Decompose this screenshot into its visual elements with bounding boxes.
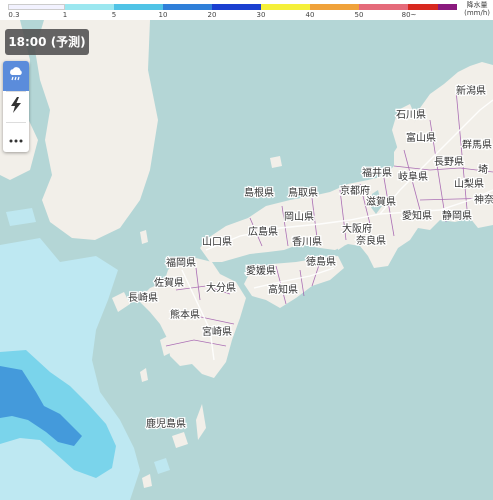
legend-tick: 30 [256,11,266,19]
pref-label-niigata: 新潟県 [456,84,486,97]
pref-label-kagawa: 香川県 [292,236,322,248]
pref-label-aichi: 愛知県 [402,209,432,222]
pref-label-fukui: 福井県 [362,166,392,179]
map-tool-panel [3,61,29,152]
oki-islands [270,156,282,168]
pref-label-nara: 奈良県 [356,234,386,247]
legend-tick: 50 [354,11,364,19]
pref-label-gifu: 岐阜県 [398,170,428,183]
legend-tick: 40 [305,11,315,19]
pref-label-tokushima: 徳島県 [306,255,336,268]
pref-label-kochi: 高知県 [268,283,298,296]
legend-unit-mm: (mm/h) [464,9,490,17]
rain-layer-button[interactable] [3,61,29,91]
legend-swatch [212,4,261,10]
pref-label-hiroshima: 広島県 [248,225,278,238]
legend-tick: 0.3 [8,11,20,19]
forecast-time-badge[interactable]: 18:00 (予測) [5,29,89,55]
pref-label-yamaguchi: 山口県 [202,236,232,248]
pref-label-fukuoka: 福岡県 [166,256,196,269]
legend-swatch [114,4,163,10]
legend-swatch [310,4,359,10]
pref-label-kyoto: 京都府 [340,184,370,197]
lightning-layer-button[interactable] [3,92,29,122]
pref-label-kagoshima: 鹿児島県 [146,417,186,430]
legend-swatch [8,4,65,10]
pref-label-kumamoto: 熊本県 [170,308,200,321]
more-icon [9,128,23,147]
pref-label-osaka: 大阪府 [342,222,372,235]
rain-icon [8,66,24,86]
legend-swatch [65,4,114,10]
pref-label-oita: 大分県 [206,281,236,294]
lightning-icon [9,97,23,117]
pref-label-shiga: 滋賀県 [366,195,396,208]
weather-map[interactable]: 新潟県 石川県 富山県 群馬県 長野県 福井県 岐阜県 埼 山梨県 京都府 島根… [0,0,493,500]
legend-tick: 1 [62,11,68,19]
pref-label-ishikawa: 石川県 [396,109,426,121]
pref-label-shimane: 島根県 [244,186,274,199]
pref-label-ehime: 愛媛県 [246,264,276,277]
legend-swatch [359,4,408,10]
pref-label-toyama: 富山県 [406,131,436,144]
pref-label-miyazaki: 宮崎県 [202,325,232,338]
legend-tick: 20 [207,11,217,19]
pref-label-okayama: 岡山県 [284,211,314,223]
legend-tick: 80~ [401,11,417,19]
pref-label-shizuoka: 静岡県 [442,209,472,222]
legend-unit: 降水量 (mm/h) [464,1,490,17]
pref-label-kanagawa: 神奈 [474,193,493,206]
pref-label-tottori: 鳥取県 [288,186,318,199]
more-options-button[interactable] [3,122,29,152]
pref-label-saitama: 埼 [478,163,488,176]
pref-label-yamanashi: 山梨県 [454,177,484,190]
pref-label-gunma: 群馬県 [462,138,492,151]
pref-label-nagano: 長野県 [434,156,464,168]
legend-swatch [438,4,457,10]
precipitation-legend: 0.3 1 5 10 20 30 40 50 80~ 降水量 (mm/h) [0,0,493,20]
pref-label-nagasaki: 長崎県 [128,291,158,304]
legend-swatch [261,4,310,10]
legend-tick: 5 [111,11,117,19]
legend-tick: 10 [158,11,168,19]
pref-label-saga: 佐賀県 [154,277,184,289]
legend-unit-title: 降水量 [466,1,488,9]
legend-swatch [163,4,212,10]
